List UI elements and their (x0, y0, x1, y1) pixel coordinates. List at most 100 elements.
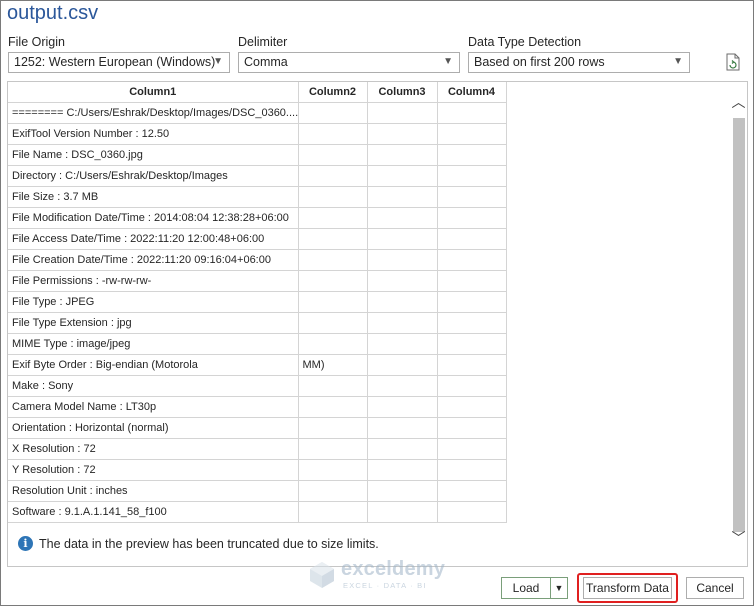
table-cell[interactable] (436, 458, 507, 481)
file-origin-value: 1252: Western European (Windows) (14, 55, 216, 69)
file-refresh-icon[interactable] (725, 53, 741, 71)
table-cell[interactable]: Directory : C:/Users/Eshrak/Desktop/Imag… (8, 164, 299, 187)
table-cell[interactable] (436, 164, 507, 187)
table-cell[interactable] (297, 437, 368, 460)
table-cell[interactable] (436, 185, 507, 208)
table-cell[interactable] (297, 416, 368, 439)
table-cell[interactable] (366, 269, 438, 292)
table-cell[interactable] (436, 332, 507, 355)
data-type-detection-select[interactable]: Based on first 200 rows ▼ (468, 52, 690, 73)
table-cell[interactable] (297, 479, 368, 502)
table-cell[interactable] (297, 101, 368, 124)
table-cell[interactable] (366, 122, 438, 145)
table-cell[interactable] (297, 458, 368, 481)
column-header[interactable]: Column3 (366, 82, 438, 103)
table-cell[interactable]: MM) (297, 353, 368, 376)
table-cell[interactable] (436, 101, 507, 124)
table-cell[interactable] (297, 500, 368, 523)
load-button[interactable]: Load (501, 577, 551, 599)
table-cell[interactable] (436, 269, 507, 292)
column-header[interactable]: Column4 (436, 82, 507, 103)
table-cell[interactable] (297, 332, 368, 355)
table-cell[interactable] (297, 185, 368, 208)
table-cell[interactable]: Make : Sony (8, 374, 299, 397)
table-cell[interactable] (297, 206, 368, 229)
table-cell[interactable] (366, 164, 438, 187)
table-cell[interactable] (436, 437, 507, 460)
load-options-button[interactable]: ▼ (550, 577, 568, 599)
table-cell[interactable] (366, 479, 438, 502)
table-cell[interactable] (297, 269, 368, 292)
table-cell[interactable]: File Modification Date/Time : 2014:08:04… (8, 206, 299, 229)
table-cell[interactable] (366, 374, 438, 397)
table-cell[interactable]: Camera Model Name : LT30p (8, 395, 299, 418)
table-cell[interactable] (297, 227, 368, 250)
table-cell[interactable]: ======== C:/Users/Eshrak/Desktop/Images/… (8, 101, 299, 124)
table-cell[interactable] (297, 164, 368, 187)
table-cell[interactable] (366, 416, 438, 439)
table-cell[interactable] (436, 122, 507, 145)
table-cell[interactable] (297, 395, 368, 418)
table-row: Make : Sony (8, 374, 507, 397)
table-cell[interactable] (366, 311, 438, 334)
table-cell[interactable] (366, 290, 438, 313)
table-cell[interactable] (297, 290, 368, 313)
table-cell[interactable] (366, 332, 438, 355)
table-cell[interactable] (436, 227, 507, 250)
table-cell[interactable]: X Resolution : 72 (8, 437, 299, 460)
table-cell[interactable] (436, 206, 507, 229)
table-cell[interactable] (366, 437, 438, 460)
table-cell[interactable]: Orientation : Horizontal (normal) (8, 416, 299, 439)
table-cell[interactable]: File Creation Date/Time : 2022:11:20 09:… (8, 248, 299, 271)
transform-data-button[interactable]: Transform Data (583, 577, 672, 599)
table-cell[interactable] (366, 353, 438, 376)
table-cell[interactable] (366, 185, 438, 208)
table-cell[interactable] (436, 395, 507, 418)
scroll-thumb[interactable] (733, 118, 745, 532)
table-cell[interactable] (366, 395, 438, 418)
table-cell[interactable] (297, 374, 368, 397)
vertical-scrollbar[interactable]: ︿ ﹀ (729, 82, 747, 566)
table-cell[interactable]: File Type : JPEG (8, 290, 299, 313)
table-cell[interactable] (366, 500, 438, 523)
table-cell[interactable] (297, 143, 368, 166)
delimiter-select[interactable]: Comma ▼ (238, 52, 460, 73)
scroll-down-icon[interactable]: ﹀ (729, 528, 747, 550)
delimiter-label: Delimiter (238, 35, 288, 49)
table-cell[interactable]: File Access Date/Time : 2022:11:20 12:00… (8, 227, 299, 250)
table-cell[interactable] (297, 248, 368, 271)
table-cell[interactable] (436, 500, 507, 523)
table-cell[interactable]: Resolution Unit : inches (8, 479, 299, 502)
table-cell[interactable]: File Name : DSC_0360.jpg (8, 143, 299, 166)
table-cell[interactable] (366, 143, 438, 166)
table-cell[interactable] (297, 122, 368, 145)
table-cell[interactable] (366, 248, 438, 271)
table-cell[interactable] (436, 353, 507, 376)
column-header[interactable]: Column1 (8, 82, 299, 103)
table-cell[interactable] (366, 458, 438, 481)
table-cell[interactable]: Y Resolution : 72 (8, 458, 299, 481)
table-cell[interactable]: File Size : 3.7 MB (8, 185, 299, 208)
scroll-up-icon[interactable]: ︿ (729, 92, 747, 114)
table-cell[interactable] (436, 479, 507, 502)
table-cell[interactable] (436, 311, 507, 334)
table-cell[interactable] (366, 227, 438, 250)
table-cell[interactable]: MIME Type : image/jpeg (8, 332, 299, 355)
table-cell[interactable] (436, 290, 507, 313)
table-cell[interactable] (436, 416, 507, 439)
table-cell[interactable] (366, 101, 438, 124)
cancel-button[interactable]: Cancel (686, 577, 744, 599)
table-cell[interactable]: ExifTool Version Number : 12.50 (8, 122, 299, 145)
table-cell[interactable] (436, 143, 507, 166)
table-cell[interactable]: Software : 9.1.A.1.141_58_f100 (8, 500, 299, 523)
chevron-down-icon: ▼ (673, 56, 683, 67)
table-cell[interactable] (366, 206, 438, 229)
table-cell[interactable]: Exif Byte Order : Big-endian (Motorola (8, 353, 299, 376)
table-cell[interactable] (436, 248, 507, 271)
table-cell[interactable] (436, 374, 507, 397)
column-header[interactable]: Column2 (297, 82, 368, 103)
table-cell[interactable]: File Permissions : -rw-rw-rw- (8, 269, 299, 292)
table-cell[interactable]: File Type Extension : jpg (8, 311, 299, 334)
file-origin-select[interactable]: 1252: Western European (Windows) ▼ (8, 52, 230, 73)
table-cell[interactable] (297, 311, 368, 334)
